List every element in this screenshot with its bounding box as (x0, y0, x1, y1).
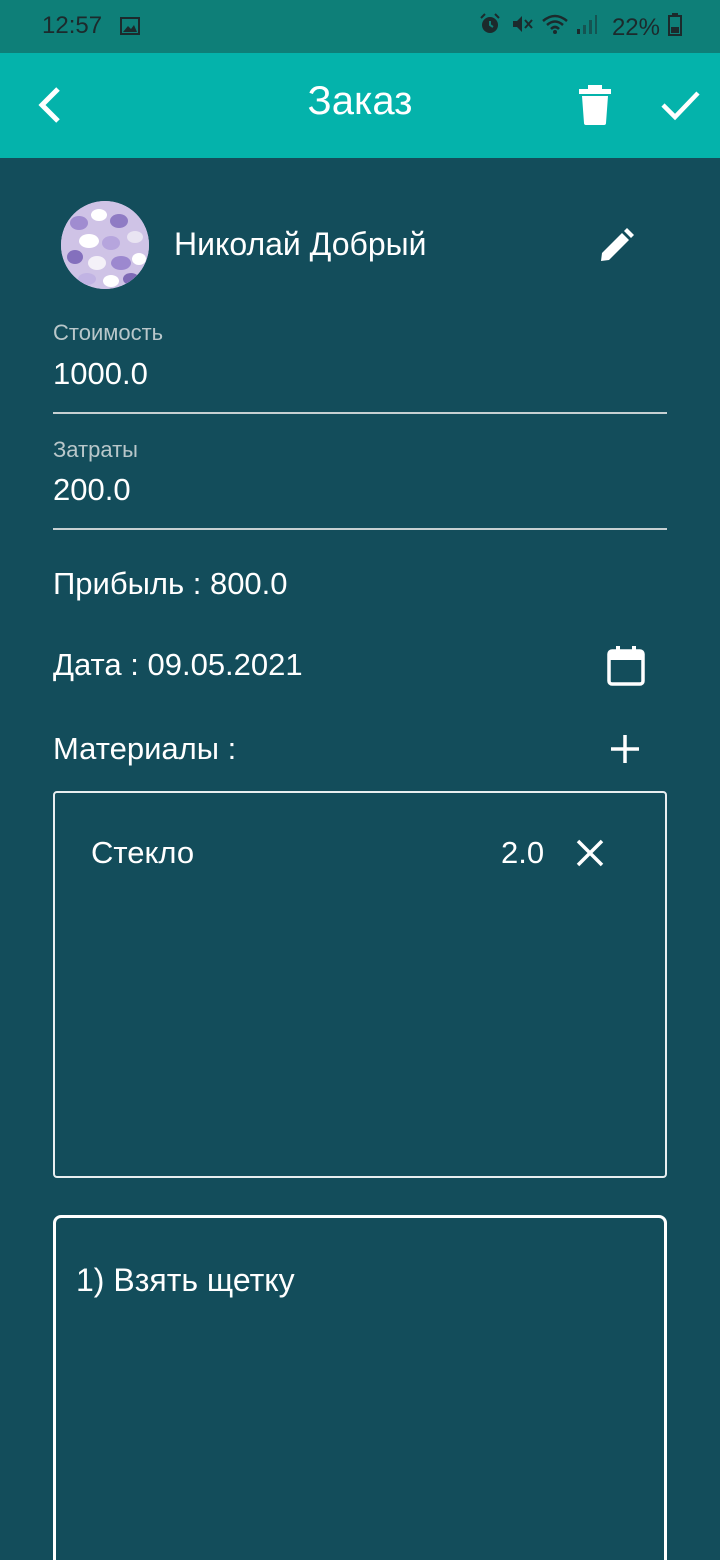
notes-field[interactable]: 1) Взять щетку (53, 1215, 667, 1560)
battery-level: 22% (611, 13, 660, 41)
expenses-field[interactable]: 200.0 (53, 472, 131, 508)
close-icon[interactable] (575, 838, 605, 868)
cost-label: Стоимость (53, 320, 164, 345)
wifi-icon (542, 13, 568, 42)
notes-text: 1) Взять щетку (76, 1262, 295, 1298)
status-time: 12:57 (42, 12, 103, 39)
alarm-icon (478, 12, 502, 43)
trash-icon[interactable] (576, 83, 614, 127)
calendar-icon[interactable] (606, 645, 646, 687)
expenses-underline (53, 528, 667, 530)
client-name: Николай Добрый (174, 226, 427, 262)
status-icons: 22% (478, 12, 682, 43)
material-quantity: 2.0 (501, 835, 545, 870)
app-bar: Заказ (0, 53, 720, 158)
expenses-label: Затраты (53, 437, 138, 462)
material-name: Стекло (91, 835, 195, 870)
signal-icon (576, 13, 598, 42)
materials-list: Стекло 2.0 (53, 791, 667, 1178)
mute-icon (510, 12, 534, 43)
image-icon (120, 15, 140, 43)
add-material-icon[interactable] (609, 733, 641, 765)
pencil-icon[interactable] (598, 228, 634, 264)
check-icon[interactable] (658, 85, 702, 125)
cost-field[interactable]: 1000.0 (53, 356, 148, 392)
materials-label: Материалы : (53, 731, 237, 766)
cost-underline (53, 412, 667, 414)
avatar[interactable] (61, 201, 149, 289)
date-text: Дата : 09.05.2021 (53, 647, 303, 682)
profit-text: Прибыль : 800.0 (53, 566, 288, 601)
status-bar: 12:57 22% (0, 0, 720, 53)
battery-icon (668, 12, 682, 43)
